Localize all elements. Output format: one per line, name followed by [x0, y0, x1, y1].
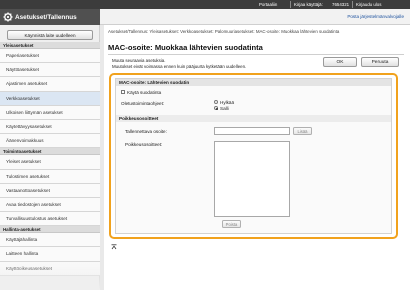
sidebar: Käynnistä laite uudelleen Yleisasetukset… [0, 25, 100, 290]
header: Asetukset/Tallennus Posta järjestelmänva… [0, 9, 410, 25]
app-title-bar: Asetukset/Tallennus [0, 9, 100, 25]
restart-note: Muutokset eivät voimassa ennen kuin pääj… [112, 64, 247, 69]
address-label: Tallennettava osoite: [125, 129, 167, 134]
logged-in-user-label: Kirjaa käyttäjä: [294, 1, 323, 7]
sidebar-item-open-files[interactable]: Avaa tiedostojen asetukset [0, 197, 100, 213]
top-utility-bar: Portaaliin Kirjaa käyttäjä: 7654321 Kirj… [0, 0, 410, 9]
use-filter-label: Käytä suodatinta [127, 89, 162, 95]
sidebar-item-display[interactable]: Näyttöasetukset [0, 63, 100, 78]
page-title: MAC-osoite: Muokkaa lähtevien suodatinta [108, 43, 263, 52]
sidebar-section-general: Yleisasetukset [0, 42, 100, 49]
breadcrumb[interactable]: Asetukset/Tallennus: Yleisasetukset: Ver… [108, 29, 398, 34]
divider [290, 1, 291, 8]
sidebar-item-printer[interactable]: Tulostimen asetukset [0, 169, 100, 184]
policy-reject-radio[interactable] [214, 100, 218, 104]
sidebar-item-secure-print[interactable]: Turvallisuustulostus asetukset [0, 212, 100, 227]
divider [352, 1, 353, 8]
use-filter-checkbox[interactable] [121, 90, 125, 94]
cancel-button[interactable]: Peruuta [361, 57, 399, 67]
sidebar-menu: Yleisasetukset Paperiasetukset Näyttöase… [0, 42, 100, 276]
filter-settings-panel: MAC-osoite: Lähtevien suodatin Käytä suo… [115, 78, 392, 234]
restart-device-button[interactable]: Käynnistä laite uudelleen [7, 30, 93, 40]
sidebar-item-timer[interactable]: Ajastimen asetukset [0, 77, 100, 92]
exception-address-list[interactable] [214, 141, 290, 217]
sidebar-section-functions: Toimintoasetukset [0, 148, 100, 156]
sidebar-item-common[interactable]: Yleiset asetukset [0, 155, 100, 170]
filter-section-title: MAC-osoite: Lähtevien suodatin [116, 79, 391, 86]
exception-list-label: Poikkeusosoitteet: [125, 142, 163, 147]
instruction-text: Muuta seuraavia asetuksia. [112, 58, 166, 63]
portal-link[interactable]: Portaaliin [259, 2, 277, 7]
main-content: Asetukset/Tallennus: Yleisasetukset: Ver… [104, 25, 410, 290]
sidebar-section-management: Hallinta-asetukset [0, 226, 100, 234]
sidebar-item-volume[interactable]: Äänenvoimakkuus [0, 134, 100, 149]
policy-reject-label: Hylkää [220, 99, 235, 105]
policy-allow-radio[interactable] [214, 106, 218, 110]
add-address-button[interactable]: Lisää [293, 127, 312, 135]
sidebar-item-external-interface[interactable]: Ulkoisen liittymän asetukset [0, 105, 100, 120]
sidebar-fade [0, 260, 100, 290]
sidebar-item-paper[interactable]: Paperiasetukset [0, 49, 100, 64]
sidebar-item-user-management[interactable]: Käyttäjähallinta [0, 233, 100, 248]
delete-address-button[interactable]: Poista [222, 220, 241, 228]
divider [108, 54, 404, 55]
app-title: Asetukset/Tallennus [15, 13, 77, 21]
default-policy-label: Oletustoimintaohjeet: [121, 101, 165, 106]
gear-icon [3, 12, 13, 22]
exceptions-section-title: Poikkeusosoitteet [116, 115, 391, 122]
sidebar-item-accessibility[interactable]: Käytettävyysasetukset [0, 119, 100, 135]
address-input[interactable] [214, 127, 290, 135]
highlight-frame: MAC-osoite: Lähtevien suodatin Käytä suo… [109, 73, 398, 239]
policy-allow-label: Salli [220, 105, 229, 111]
sidebar-item-receive[interactable]: Vastaanottoasetukset [0, 183, 100, 198]
ok-button[interactable]: OK [323, 57, 357, 67]
mail-admin-link[interactable]: Posta järjestelmänvalvojalle [347, 14, 404, 19]
logout-link[interactable]: Kirjaudu ulos [356, 2, 381, 7]
back-to-top-icon[interactable] [111, 244, 117, 250]
sidebar-item-network[interactable]: Verkkoasetukset [0, 91, 100, 106]
user-id: 7654321 [332, 1, 350, 7]
